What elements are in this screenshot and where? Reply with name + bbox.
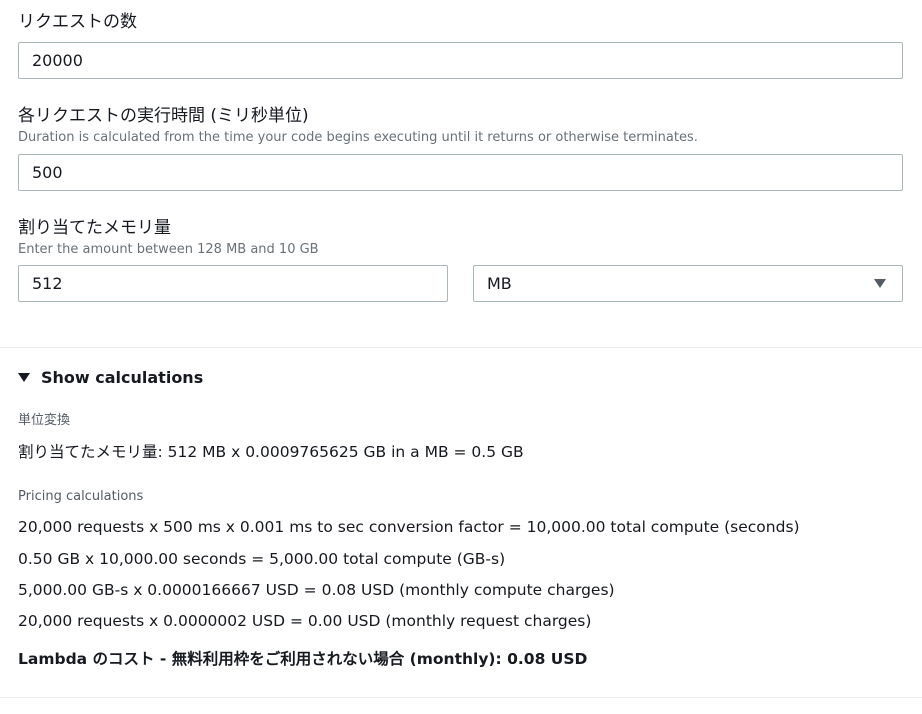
- duration-description: Duration is calculated from the time you…: [18, 130, 698, 145]
- section-divider: [0, 347, 922, 348]
- bottom-divider: [0, 697, 922, 698]
- pricing-line: 5,000.00 GB-s x 0.0000166667 USD = 0.08 …: [18, 581, 615, 599]
- show-calculations-label: Show calculations: [41, 367, 204, 387]
- requests-input[interactable]: 20000: [18, 42, 903, 79]
- unit-conversion-title: 単位変換: [18, 413, 71, 428]
- duration-input[interactable]: 500: [18, 154, 903, 191]
- caret-down-icon: [874, 279, 886, 288]
- unit-conversion-line: 割り当てたメモリ量: 512 MB x 0.0009765625 GB in a…: [18, 443, 524, 461]
- memory-label: 割り当てたメモリ量: [18, 218, 171, 238]
- pricing-line: 20,000 requests x 500 ms x 0.001 ms to s…: [18, 518, 800, 536]
- pricing-calculations-title: Pricing calculations: [18, 489, 144, 504]
- lambda-cost-total: Lambda のコスト - 無料利用枠をご利用されない場合 (monthly):…: [18, 650, 588, 668]
- show-calculations-toggle[interactable]: Show calculations: [18, 366, 203, 388]
- memory-unit-value: MB: [487, 274, 512, 293]
- memory-description: Enter the amount between 128 MB and 10 G…: [18, 242, 319, 257]
- memory-unit-select[interactable]: MB: [473, 265, 903, 302]
- caret-down-icon: [18, 372, 30, 382]
- memory-input[interactable]: 512: [18, 265, 448, 302]
- pricing-line: 0.50 GB x 10,000.00 seconds = 5,000.00 t…: [18, 550, 506, 568]
- pricing-line: 20,000 requests x 0.0000002 USD = 0.00 U…: [18, 612, 592, 630]
- duration-label: 各リクエストの実行時間 (ミリ秒単位): [18, 106, 309, 126]
- requests-label: リクエストの数: [18, 12, 137, 32]
